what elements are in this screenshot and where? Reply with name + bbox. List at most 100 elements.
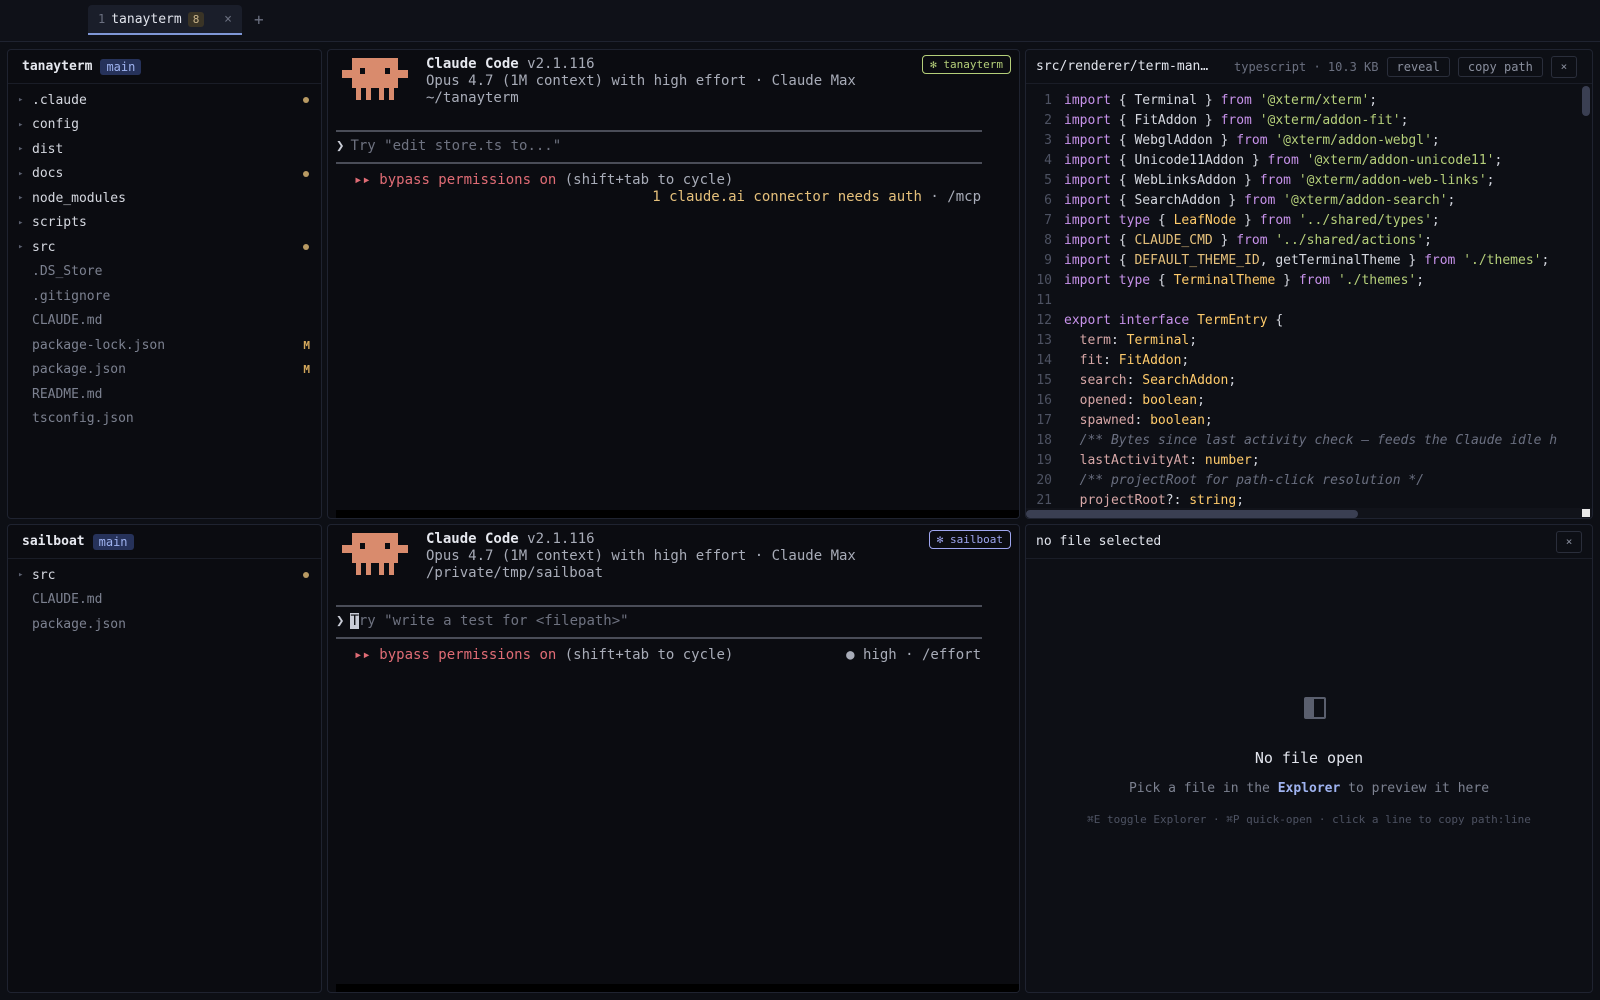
code-token: '@xterm/addon-search' [1283,192,1448,208]
code-token: LeafNode [1173,212,1237,228]
code-view[interactable]: 1 import { Terminal } from '@xterm/xterm'… [1026,90,1586,510]
model-line: Opus 4.7 (1M context) with high effort ·… [426,548,856,564]
code-token: { [1110,252,1135,268]
code-token: Terminal [1126,332,1190,348]
code-token: ; [1228,372,1237,388]
prompt-caret: ❯ [336,613,345,629]
text-cursor: T [350,613,359,629]
horizontal-scrollbar[interactable] [1026,510,1358,518]
code-token: TerminalTheme [1173,272,1276,288]
code-line[interactable]: 3 import { WebglAddon } from '@xterm/addo… [1026,130,1586,150]
code-token: from [1220,92,1252,108]
code-line[interactable]: 18 /** Bytes since last activity check —… [1026,430,1586,450]
code-token: : [1126,392,1143,408]
effort-indicator: ● high · /effort [846,647,981,663]
terminal-panel-tanayterm[interactable]: Claude Code v2.1.116 Opus 4.7 (1M contex… [327,49,1020,519]
tab-tanayterm[interactable]: 1 tanayterm 8 × [88,5,242,35]
tree-file-item[interactable]: package-lock.json M [8,333,321,358]
code-line[interactable]: 16 opened: boolean; [1026,390,1586,410]
prompt-input[interactable]: ❯ Try "write a test for <filepath>" [336,613,629,629]
status-hint: (shift+tab to cycle) [564,172,734,188]
code-token: { [1110,172,1135,188]
tree-folder-item[interactable]: ▸ docs [8,162,321,187]
code-line[interactable]: 7 import type { LeafNode } from '../share… [1026,210,1586,230]
reveal-button[interactable]: reveal [1386,56,1450,77]
code-token: type [1118,272,1151,288]
tree-folder-item[interactable]: ▸ dist [8,137,321,162]
terminal-panel-sailboat[interactable]: Claude Code v2.1.116 Opus 4.7 (1M contex… [327,524,1020,993]
app-title: Claude Code v2.1.116 [426,531,595,547]
code-line[interactable]: 12 export interface TermEntry { [1026,310,1586,330]
line-number: 6 [1044,192,1052,208]
tree-folder-item[interactable]: ▸ src [8,563,321,588]
changed-dot-icon [303,572,309,579]
tree-folder-item[interactable]: ▸ .claude [8,88,321,113]
connector-notice: 1 claude.ai connector needs auth · /mcp [652,189,981,205]
code-token: } [1275,272,1299,288]
explorer-link[interactable]: Explorer [1278,781,1341,796]
code-token: from [1244,192,1276,208]
tree-item-label: src [32,567,56,583]
code-token: interface [1118,312,1190,328]
code-line[interactable]: 19 lastActivityAt: number; [1026,450,1586,470]
code-line[interactable]: 13 term: Terminal; [1026,330,1586,350]
tree-file-item[interactable]: package.json M [8,358,321,383]
code-line[interactable]: 9 import { DEFAULT_THEME_ID, getTerminalT… [1026,250,1586,270]
line-number: 3 [1044,132,1052,148]
code-token: import [1064,192,1111,208]
code-line[interactable]: 8 import { CLAUDE_CMD } from '../shared/a… [1026,230,1586,250]
code-line[interactable]: 14 fit: FitAddon; [1026,350,1586,370]
preview-header: no file selected × [1026,525,1592,559]
code-token: from [1236,232,1268,248]
code-line[interactable]: 4 import { Unicode11Addon } from '@xterm/… [1026,150,1586,170]
copy-path-button[interactable]: copy path [1457,56,1543,77]
close-preview-button[interactable]: × [1550,55,1577,78]
preview-status: no file selected [1036,534,1162,549]
code-token: : [1134,412,1151,428]
cwd-line: /private/tmp/sailboat [426,565,604,581]
code-token: } [1212,132,1237,148]
close-preview-button[interactable]: × [1556,530,1582,553]
code-line[interactable]: 11 [1026,290,1586,310]
tree-folder-item[interactable]: ▸ src [8,235,321,260]
code-line[interactable]: 1 import { Terminal } from '@xterm/xterm'… [1026,90,1586,110]
code-line[interactable]: 10 import type { TerminalTheme } from './… [1026,270,1586,290]
tab-close-icon[interactable]: × [224,12,232,27]
empty-preview-panel: no file selected × No file open Pick a f… [1025,524,1593,993]
code-token: export [1064,312,1111,328]
tree-file-item[interactable]: package.json [8,612,321,637]
new-tab-button[interactable]: + [254,10,264,29]
code-line[interactable]: 6 import { SearchAddon } from '@xterm/add… [1026,190,1586,210]
code-token: '../shared/actions' [1275,232,1425,248]
resize-corner[interactable] [1582,509,1590,517]
code-token: ; [1369,92,1378,108]
code-line[interactable]: 15 search: SearchAddon; [1026,370,1586,390]
code-line[interactable]: 5 import { WebLinksAddon } from '@xterm/a… [1026,170,1586,190]
tree-folder-item[interactable]: ▸ node_modules [8,186,321,211]
tree-file-item[interactable]: .gitignore [8,284,321,309]
prompt-input[interactable]: ❯ Try "edit store.ts to..." [336,138,561,154]
line-number: 5 [1044,172,1052,188]
tree-file-item[interactable]: CLAUDE.md [8,588,321,613]
tree-file-item[interactable]: .DS_Store [8,260,321,285]
code-line[interactable]: 21 projectRoot?: string; [1026,490,1586,510]
code-token: search [1079,372,1127,388]
code-line[interactable]: 20 /** projectRoot for path-click resolu… [1026,470,1586,490]
tree-folder-item[interactable]: ▸ scripts [8,211,321,236]
code-line[interactable]: 2 import { FitAddon } from '@xterm/addon-… [1026,110,1586,130]
code-line[interactable]: 17 spawned: boolean; [1026,410,1586,430]
tree-file-item[interactable]: CLAUDE.md [8,309,321,334]
tree-file-item[interactable]: README.md [8,382,321,407]
line-number: 15 [1036,372,1052,388]
code-token: { [1110,112,1135,128]
code-token: ; [1424,232,1432,248]
tree-folder-item[interactable]: ▸ config [8,113,321,138]
tree-file-item[interactable]: tsconfig.json [8,407,321,432]
permission-status: ▸▸ bypass permissions on (shift+tab to c… [354,647,733,663]
vertical-scrollbar[interactable] [1582,86,1590,116]
tree-item-label: CLAUDE.md [32,313,103,329]
tree-item-label: README.md [32,386,103,402]
tree-item-label: .DS_Store [32,264,103,280]
